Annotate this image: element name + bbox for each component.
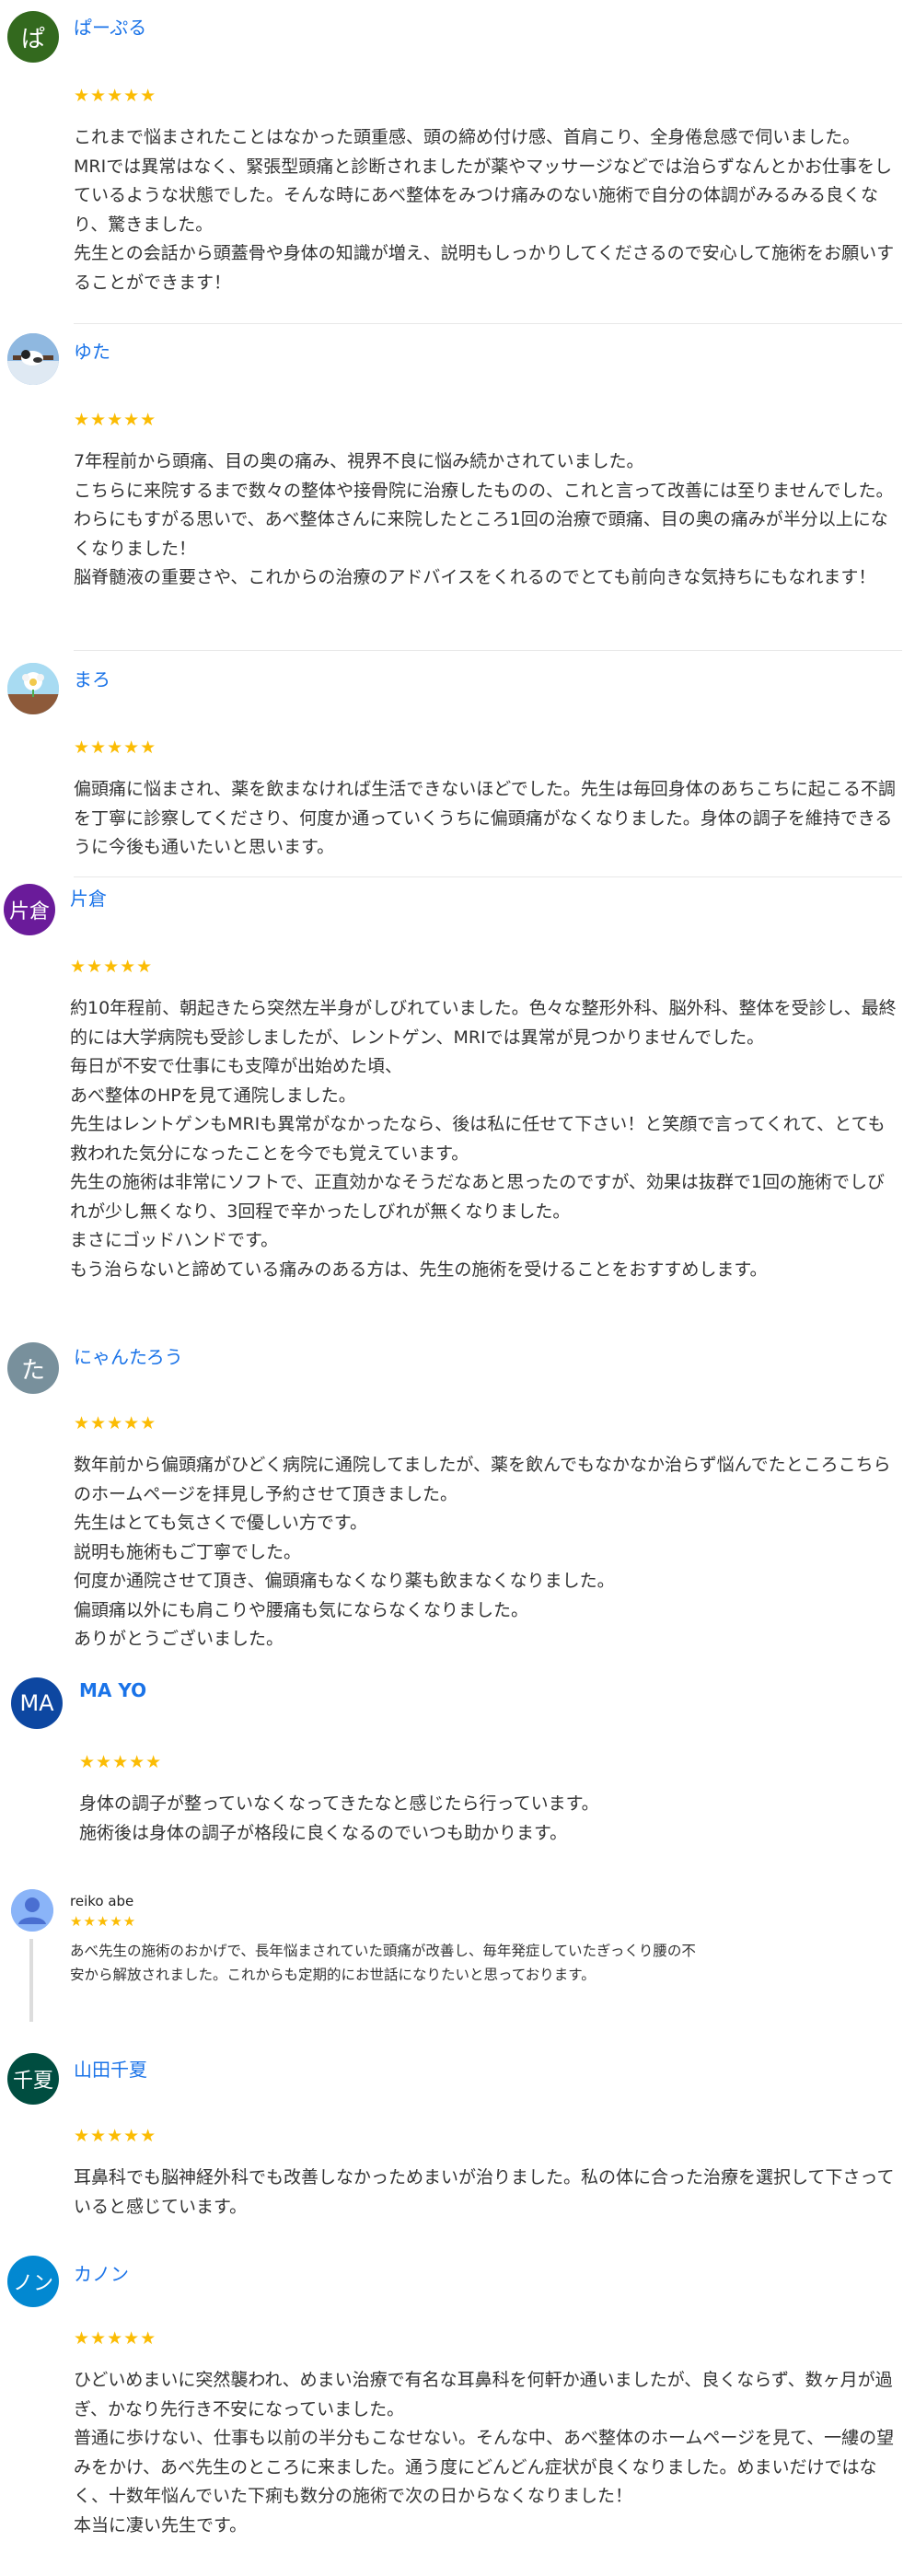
review-paragraph: まさにゴッドハンドです。: [70, 1230, 279, 1250]
review-paragraph: 施術後は身体の調子が格段に良くなるのでいつも助かります。: [79, 1822, 568, 1843]
avatar-initial: 片倉: [8, 900, 50, 923]
avatar-initial: た: [20, 1356, 45, 1385]
avatar[interactable]: MA: [11, 1677, 63, 1729]
avatar[interactable]: [7, 333, 59, 385]
review-text: 身体の調子が整っていなくなってきたなと感じたら行っています。 施術後は身体の調子…: [79, 1790, 908, 1848]
flower-photo-icon: [7, 663, 59, 714]
star-rating: ★★★★★: [74, 410, 157, 430]
star-rating: ★★★★★: [74, 2328, 157, 2349]
review-paragraph: 約10年程前、朝起きたら突然左半身がしびれていました。色々な整形外科、脳外科、整…: [70, 998, 897, 1048]
reviewer-name[interactable]: まろ: [74, 665, 110, 691]
review-text: 数年前から偏頭痛がひどく病院に通院してましたが、薬を飲んでもなかなか治らず悩んで…: [74, 1451, 902, 1654]
review-paragraph: 説明も施術もご丁寧でした。: [74, 1541, 302, 1562]
review-paragraph: 本当に凄い先生です。: [74, 2514, 248, 2535]
avatar-initial: ノン: [12, 2272, 53, 2295]
star-rating: ★★★★★: [79, 1752, 163, 1772]
default-user-icon: [11, 1889, 53, 1932]
avatar-initial: MA: [19, 1690, 54, 1716]
review-paragraph: ありがとうございました。: [74, 1629, 284, 1649]
review-text: 偏頭痛に悩まされ、薬を飲まなければ生活できないほどでした。先生は毎回身体のあちこ…: [74, 775, 902, 863]
reviewer-name[interactable]: 片倉: [70, 884, 107, 911]
review-paragraph: 先生はとても気さくで優しい方です。: [74, 1513, 368, 1533]
review-paragraph: 耳鼻科でも脳神経外科でも改善しなかっためまいが治りました。私の体に合った治療を選…: [74, 2167, 895, 2217]
review-paragraph: 先生の施術は非常にソフトで、正直効かなそうだなあと思ったのですが、効果は抜群で1…: [70, 1172, 885, 1222]
avatar-initial: ぱ: [20, 25, 45, 53]
review-paragraph: わらにもすがる思いで、あべ整体さんに来院したところ1回の治療で頭痛、目の奥の痛み…: [74, 509, 888, 559]
quote-bar: [29, 1939, 33, 2022]
reviewer-name[interactable]: reiko abe: [70, 1893, 133, 1909]
review-paragraph: 毎日が不安で仕事にも支障が出始めた頃、: [70, 1056, 403, 1076]
divider: [74, 323, 902, 324]
review-paragraph: これまで悩まされたことはなかった頭重感、頭の締め付け感、首肩こり、全身倦怠感で伺…: [74, 127, 861, 147]
cat-photo-icon: [7, 333, 59, 385]
review-paragraph: 身体の調子が整っていなくなってきたなと感じたら行っています。: [79, 1793, 599, 1814]
review-paragraph: あべ先生の施術のおかげで、長年悩まされていた頭痛が改善し、毎年発症していたぎっく…: [70, 1943, 696, 1983]
star-rating: ★★★★★: [70, 1913, 137, 1930]
review-paragraph: 普通に歩けない、仕事も以前の半分もこなせない。そんな中、あべ整体のホームページを…: [74, 2428, 895, 2506]
review-paragraph: 先生はレントゲンもMRIも異常がなかったなら、後は私に任せて下さい！と笑顔で言っ…: [70, 1114, 886, 1164]
review-paragraph: もう治らないと諦めている痛みのある方は、先生の施術を受けることをおすすめします。: [70, 1259, 768, 1280]
review-paragraph: こちらに来院するまで数々の整体や接骨院に治療したものの、これと言って改善には至り…: [74, 480, 894, 501]
reviews-list: ぱ ぱーぷる ★★★★★ これまで悩まされたことはなかった頭重感、頭の締め付け感…: [0, 0, 915, 2576]
review-text: 耳鼻科でも脳神経外科でも改善しなかっためまいが治りました。私の体に合った治療を選…: [74, 2164, 902, 2222]
avatar[interactable]: [7, 663, 59, 714]
reviewer-name[interactable]: カノン: [74, 2259, 129, 2286]
avatar[interactable]: 千夏: [7, 2053, 59, 2105]
review-paragraph: 先生との会話から頭蓋骨や身体の知識が増え、説明もしっかりしてくださるので安心して…: [74, 243, 895, 293]
review-paragraph: 何度か通院させて頂き、偏頭痛もなくなり薬も飲まなくなりました。: [74, 1571, 615, 1591]
divider: [74, 650, 902, 651]
star-rating: ★★★★★: [74, 737, 157, 758]
star-rating: ★★★★★: [74, 2126, 157, 2146]
review-paragraph: 偏頭痛以外にも肩こりや腰痛も気にならなくなりました。: [74, 1599, 529, 1620]
divider: [74, 876, 902, 877]
review-paragraph: MRIでは異常はなく、緊張型頭痛と診断されましたが薬やマッサージなどでは治らずな…: [74, 156, 893, 235]
star-rating: ★★★★★: [74, 86, 157, 106]
review-paragraph: 偏頭痛に悩まされ、薬を飲まなければ生活できないほどでした。先生は毎回身体のあちこ…: [74, 779, 896, 857]
avatar[interactable]: 片倉: [4, 884, 55, 935]
review-paragraph: 7年程前から頭痛、目の奥の痛み、視界不良に悩み続かされていました。: [74, 451, 644, 471]
review-text: これまで悩まされたことはなかった頭重感、頭の締め付け感、首肩こり、全身倦怠感で伺…: [74, 123, 902, 297]
avatar[interactable]: [11, 1889, 53, 1932]
reviewer-name[interactable]: にゃんたろう: [74, 1342, 183, 1369]
reviewer-name[interactable]: MA YO: [79, 1679, 146, 1701]
star-rating: ★★★★★: [70, 957, 154, 977]
reviewer-name[interactable]: 山田千夏: [74, 2055, 147, 2082]
avatar-initial: 千夏: [12, 2070, 53, 2093]
avatar[interactable]: た: [7, 1342, 59, 1394]
review-paragraph: 数年前から偏頭痛がひどく病院に通院してましたが、薬を飲んでもなかなか治らず悩んで…: [74, 1455, 891, 1504]
reviewer-name[interactable]: ぱーぷる: [74, 13, 146, 40]
review-text: 7年程前から頭痛、目の奥の痛み、視界不良に悩み続かされていました。 こちらに来院…: [74, 447, 902, 593]
review-text: ひどいめまいに突然襲われ、めまい治療で有名な耳鼻科を何軒か通いましたが、良くなら…: [74, 2366, 902, 2540]
review-text: あべ先生の施術のおかげで、長年悩まされていた頭痛が改善し、毎年発症していたぎっく…: [70, 1939, 696, 1987]
reviewer-name[interactable]: ゆた: [74, 337, 110, 364]
review-text: 約10年程前、朝起きたら突然左半身がしびれていました。色々な整形外科、脳外科、整…: [70, 994, 898, 1284]
avatar[interactable]: ノン: [7, 2256, 59, 2307]
star-rating: ★★★★★: [74, 1413, 157, 1433]
review-paragraph: あべ整体のHPを見て通院しました。: [70, 1085, 356, 1106]
review-paragraph: 脳脊髄液の重要さや、これからの治療のアドバイスをくれるのでとても前向きな気持ちに…: [74, 567, 876, 587]
review-paragraph: ひどいめまいに突然襲われ、めまい治療で有名な耳鼻科を何軒か通いましたが、良くなら…: [74, 2370, 893, 2419]
avatar[interactable]: ぱ: [7, 11, 59, 63]
